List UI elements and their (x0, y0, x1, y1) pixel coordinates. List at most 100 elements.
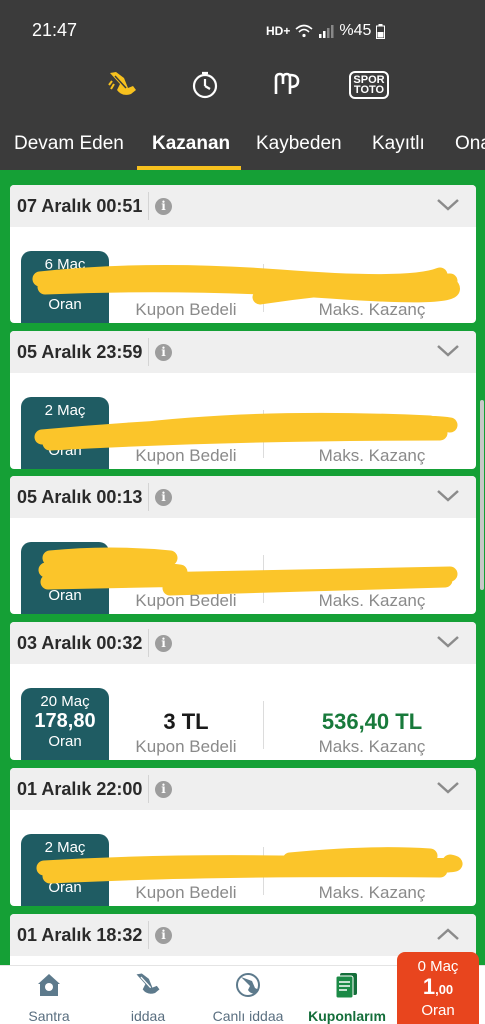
stake-column: Kupon Bedeli (120, 810, 252, 903)
match-odds-badge: 2 Maç Oran (21, 834, 109, 906)
nav-canli-iddaa[interactable]: Canlı iddaa (198, 966, 298, 1024)
betslip-match-count: 0 Maç (417, 958, 459, 975)
coupon-date: 03 Aralık 00:32 (17, 633, 143, 653)
status-bar: 21:47 HD+ %45 (0, 0, 485, 60)
divider (263, 555, 264, 603)
info-icon[interactable]: i (155, 198, 172, 215)
stake-amount (120, 563, 252, 589)
stake-amount (120, 418, 252, 444)
tab-kayitli[interactable]: Kayıtlı (372, 133, 425, 155)
chevron-down-icon[interactable] (436, 780, 460, 796)
match-odds-badge: 2 Maç Oran (21, 397, 109, 469)
odds-value: 178,80 (34, 710, 96, 732)
coupon-date: 05 Aralık 23:59 (17, 342, 143, 362)
max-win-amount (272, 563, 472, 589)
divider (148, 629, 149, 657)
coupon-date: 07 Aralık 00:51 (17, 196, 143, 216)
chevron-down-icon[interactable] (436, 197, 460, 213)
stake-label: Kupon Bedeli (135, 737, 237, 756)
chevron-down-icon[interactable] (436, 634, 460, 650)
betslip-button[interactable]: 0 Maç 1,00 Oran (397, 952, 479, 1024)
stake-amount: 3 TL (163, 709, 209, 734)
max-win-amount (272, 418, 472, 444)
coupon-list[interactable]: 07 Aralık 00:51 i 6 Maç Oran Kupon Bedel… (0, 170, 485, 965)
info-icon[interactable]: i (155, 927, 172, 944)
max-win-column: Maks. Kazanç (272, 518, 472, 611)
info-icon[interactable]: i (155, 781, 172, 798)
toto-label: TOTO (353, 84, 385, 96)
coupon-card[interactable]: 05 Aralık 23:59 i 2 Maç Oran Kupon Bedel… (10, 331, 476, 469)
scrollbar[interactable] (480, 400, 484, 590)
odds-label: Oran (48, 296, 82, 313)
betslip-odds-decimal: ,00 (435, 982, 454, 997)
info-icon[interactable]: i (155, 635, 172, 652)
tab-devam-eden[interactable]: Devam Eden (14, 133, 124, 155)
match-count: 20 Maç (40, 693, 90, 710)
nav-label: Kuponlarım (308, 1008, 386, 1024)
battery-icon (376, 23, 386, 39)
coupon-body: 20 Maç 178,80 Oran 3 TL Kupon Bedeli 536… (10, 664, 476, 760)
nav-iddaa[interactable]: iddaa (98, 966, 198, 1024)
odds-label: Oran (48, 587, 82, 604)
info-icon[interactable]: i (155, 344, 172, 361)
divider (263, 847, 264, 895)
coupon-header[interactable]: 05 Aralık 23:59 i (10, 331, 476, 373)
nav-kuponlarim[interactable]: Kuponlarım (298, 966, 396, 1024)
coupon-date: 01 Aralık 18:32 (17, 925, 143, 945)
coupon-header[interactable]: 03 Aralık 00:32 i (10, 622, 476, 664)
coupon-card[interactable]: 05 Aralık 00:13 i Oran Kupon Bedeli Maks… (10, 476, 476, 614)
coupon-body: Oran Kupon Bedeli Maks. Kazanç (10, 518, 476, 614)
coupon-body: 6 Maç Oran Kupon Bedeli Maks. Kazanç (10, 227, 476, 323)
coupon-header[interactable]: 01 Aralık 18:32 i (10, 914, 476, 956)
max-win-label: Maks. Kazanç (318, 300, 426, 319)
stake-label: Kupon Bedeli (135, 883, 237, 902)
top-navigation: SPOR TOTO (0, 60, 485, 118)
nav-label: Santra (28, 1008, 70, 1024)
mp-logo-icon[interactable] (269, 68, 305, 102)
tab-kaybeden[interactable]: Kaybeden (256, 133, 342, 155)
clock: 21:47 (32, 20, 78, 40)
chevron-down-icon[interactable] (436, 343, 460, 359)
tab-ona[interactable]: Ona (455, 133, 485, 155)
max-win-column: Maks. Kazanç (272, 373, 472, 466)
betslip-odds-main: 1 (422, 974, 436, 999)
coupon-body: 2 Maç Oran Kupon Bedeli Maks. Kazanç (10, 373, 476, 469)
coupon-body: 2 Maç Oran Kupon Bedeli Maks. Kazanç (10, 810, 476, 906)
max-win-column: 536,40 TL Maks. Kazanç (272, 664, 472, 757)
nav-label: iddaa (130, 1008, 166, 1024)
match-odds-badge: 6 Maç Oran (21, 251, 109, 323)
tab-kazanan[interactable]: Kazanan (152, 133, 230, 155)
stake-amount (120, 855, 252, 881)
coupon-date: 05 Aralık 00:13 (17, 487, 143, 507)
odds-label: Oran (48, 879, 82, 896)
divider (263, 410, 264, 458)
stake-column: Kupon Bedeli (120, 518, 252, 611)
stake-label: Kupon Bedeli (135, 591, 237, 610)
stake-label: Kupon Bedeli (135, 300, 237, 319)
coupon-header[interactable]: 01 Aralık 22:00 i (10, 768, 476, 810)
iddaa-hand-icon[interactable] (105, 68, 141, 102)
info-icon[interactable]: i (155, 489, 172, 506)
coupon-header[interactable]: 07 Aralık 00:51 i (10, 185, 476, 227)
divider (263, 264, 264, 312)
chevron-down-icon[interactable] (436, 488, 460, 504)
nav-santra[interactable]: Santra (0, 966, 98, 1024)
spor-toto-logo-icon[interactable]: SPOR TOTO (349, 68, 389, 102)
coupon-card[interactable]: 07 Aralık 00:51 i 6 Maç Oran Kupon Bedel… (10, 185, 476, 323)
coupon-card[interactable]: 01 Aralık 22:00 i 2 Maç Oran Kupon Bedel… (10, 768, 476, 906)
stopwatch-icon[interactable] (187, 68, 223, 102)
max-win-label: Maks. Kazanç (318, 737, 426, 756)
battery-percent: %45 (339, 22, 372, 39)
chevron-up-icon[interactable] (436, 926, 460, 942)
coupon-header[interactable]: 05 Aralık 00:13 i (10, 476, 476, 518)
coupon-card[interactable]: 03 Aralık 00:32 i 20 Maç 178,80 Oran 3 T… (10, 622, 476, 760)
coupon-tabs: Devam Eden Kazanan Kaybeden Kayıtlı Ona (0, 118, 485, 170)
match-count (21, 547, 109, 564)
match-count: 6 Maç (44, 256, 86, 273)
stake-label: Kupon Bedeli (135, 446, 237, 465)
divider (148, 338, 149, 366)
home-icon (38, 974, 60, 996)
stake-column: 3 TL Kupon Bedeli (120, 664, 252, 757)
odds-value (21, 856, 109, 878)
max-win-label: Maks. Kazanç (318, 446, 426, 465)
